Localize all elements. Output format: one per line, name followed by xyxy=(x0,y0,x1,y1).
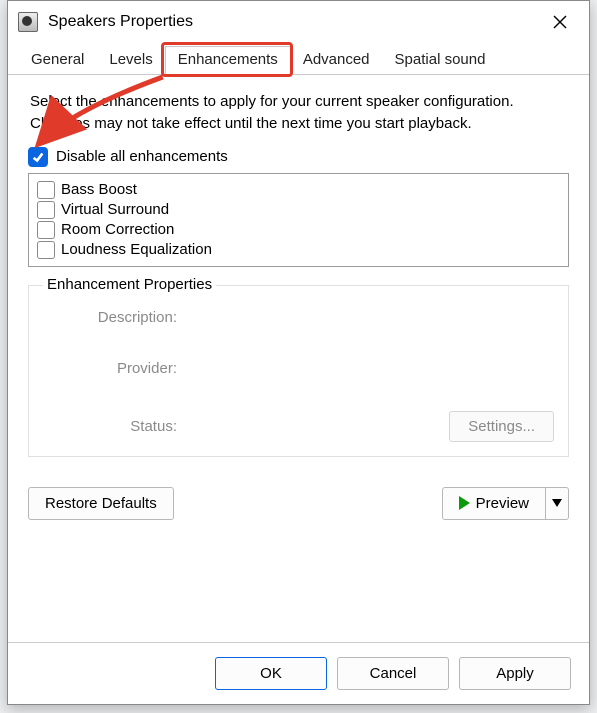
tab-spatial-sound[interactable]: Spatial sound xyxy=(382,46,499,74)
bass-boost-checkbox[interactable] xyxy=(37,181,55,199)
enhancements-list: Bass Boost Virtual Surround Room Correct… xyxy=(28,173,569,267)
virtual-surround-checkbox[interactable] xyxy=(37,201,55,219)
preview-split-button: Preview xyxy=(442,487,569,520)
tab-advanced[interactable]: Advanced xyxy=(290,46,383,74)
instructions-text: Select the enhancements to apply for you… xyxy=(30,91,567,135)
settings-button[interactable]: Settings... xyxy=(449,411,554,442)
enhancement-label: Bass Boost xyxy=(61,181,137,198)
chevron-down-icon xyxy=(552,499,562,507)
window-title: Speakers Properties xyxy=(48,13,537,31)
description-label: Description: xyxy=(43,309,183,326)
room-correction-checkbox[interactable] xyxy=(37,221,55,239)
tab-levels[interactable]: Levels xyxy=(96,46,165,74)
preview-label: Preview xyxy=(476,495,529,512)
disable-all-checkbox[interactable] xyxy=(28,147,48,167)
tab-content: Select the enhancements to apply for you… xyxy=(8,75,589,642)
restore-defaults-button[interactable]: Restore Defaults xyxy=(28,487,174,520)
provider-label: Provider: xyxy=(43,360,183,377)
ok-button[interactable]: OK xyxy=(215,657,327,690)
tab-general[interactable]: General xyxy=(18,46,97,74)
preview-button[interactable]: Preview xyxy=(442,487,546,520)
enhancement-properties-group: Enhancement Properties Description: Prov… xyxy=(28,285,569,457)
tabstrip: General Levels Enhancements Advanced Spa… xyxy=(8,43,589,75)
tab-enhancements[interactable]: Enhancements xyxy=(165,46,291,75)
preview-dropdown-button[interactable] xyxy=(546,487,569,520)
check-icon xyxy=(31,150,45,164)
cancel-button[interactable]: Cancel xyxy=(337,657,449,690)
play-icon xyxy=(459,496,470,510)
disable-all-row: Disable all enhancements xyxy=(28,147,569,167)
list-item[interactable]: Virtual Surround xyxy=(37,200,558,220)
disable-all-label: Disable all enhancements xyxy=(56,148,228,165)
list-item[interactable]: Room Correction xyxy=(37,220,558,240)
list-item[interactable]: Loudness Equalization xyxy=(37,240,558,260)
loudness-equalization-checkbox[interactable] xyxy=(37,241,55,259)
close-icon xyxy=(553,15,567,29)
bottom-row: Restore Defaults Preview xyxy=(28,487,569,520)
enhancement-label: Room Correction xyxy=(61,221,174,238)
enhancement-label: Loudness Equalization xyxy=(61,241,212,258)
speaker-icon xyxy=(18,12,38,32)
status-label: Status: xyxy=(43,418,183,435)
dialog-footer: OK Cancel Apply xyxy=(8,642,589,704)
enhancement-label: Virtual Surround xyxy=(61,201,169,218)
close-button[interactable] xyxy=(537,6,583,38)
speakers-properties-window: Speakers Properties General Levels Enhan… xyxy=(7,0,590,705)
titlebar: Speakers Properties xyxy=(8,1,589,43)
list-item[interactable]: Bass Boost xyxy=(37,180,558,200)
properties-legend: Enhancement Properties xyxy=(43,276,216,293)
apply-button[interactable]: Apply xyxy=(459,657,571,690)
